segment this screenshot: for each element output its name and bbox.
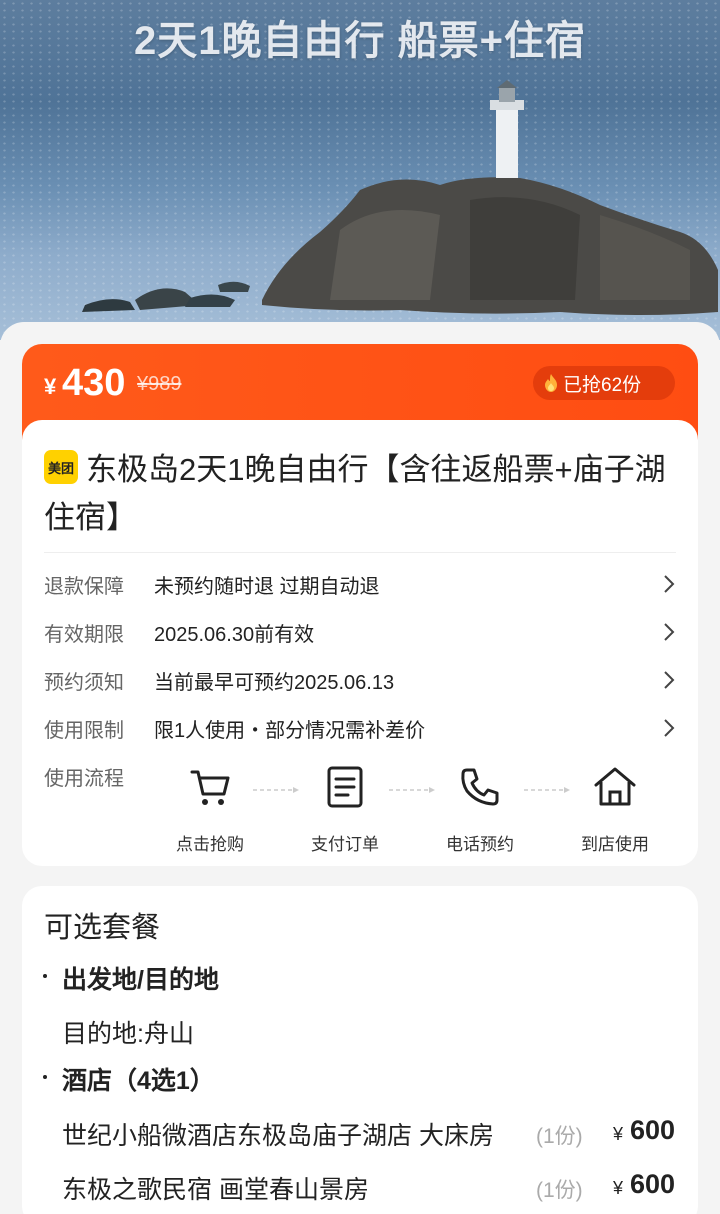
chevron-right-icon — [664, 575, 675, 593]
info-label: 预约须知 — [44, 671, 124, 694]
package-heading: 可选套餐 — [44, 912, 161, 944]
info-value: 2025.06.30前有效 — [154, 623, 315, 646]
sold-count-text: 已抢62份 — [563, 374, 642, 396]
deal-title: 东极岛2天1晚自由行【含往返船票+庙子湖住宿】 — [44, 452, 666, 535]
flow-step-call: 电话预约 — [420, 764, 540, 855]
option-name: 东极之歌民宿 画堂春山景房 — [62, 1176, 369, 1204]
info-row-refund[interactable]: 退款保障 未预约随时退 过期自动退 — [44, 566, 676, 602]
flow-step-visit: 到店使用 — [555, 764, 675, 855]
info-value: 未预约随时退 过期自动退 — [154, 575, 380, 598]
destination-text: 目的地:舟山 — [62, 1020, 194, 1048]
info-value: 当前最早可预约2025.06.13 — [154, 671, 395, 694]
info-row-booking[interactable]: 预约须知 当前最早可预约2025.06.13 — [44, 662, 676, 698]
option-currency: ¥ — [613, 1124, 624, 1144]
flow-step-label: 支付订单 — [311, 835, 379, 854]
option-currency: ¥ — [613, 1178, 624, 1198]
option-price: 600 — [630, 1115, 676, 1145]
cart-icon — [190, 770, 230, 805]
origin-destination-title: 出发地/目的地 — [62, 966, 219, 994]
divider — [44, 552, 676, 553]
sold-count-badge: 已抢62份 — [533, 366, 675, 400]
info-label: 退款保障 — [44, 575, 124, 598]
option-name: 世纪小船微酒店东极岛庙子湖店 大床房 — [62, 1122, 494, 1150]
price-value: 430 — [62, 362, 126, 404]
flow-step-label: 点击抢购 — [176, 835, 244, 854]
flame-icon — [545, 374, 557, 392]
document-icon — [327, 766, 363, 808]
info-row-restriction[interactable]: 使用限制 限1人使用・部分情况需补差价 — [44, 710, 676, 746]
meituan-logo: 美团 — [44, 450, 78, 484]
hotel-title: 酒店（4选1） — [62, 1067, 215, 1095]
info-value: 限1人使用・部分情况需补差价 — [154, 719, 426, 742]
chevron-right-icon — [664, 623, 675, 641]
option-price: 600 — [630, 1169, 676, 1199]
chevron-right-icon — [664, 671, 675, 689]
hero-image: 2天1晚自由行 船票+住宿 — [0, 0, 720, 340]
flow-step-purchase: 点击抢购 — [150, 764, 270, 855]
info-label: 使用限制 — [44, 719, 124, 742]
info-label: 有效期限 — [44, 623, 124, 646]
chevron-right-icon — [664, 719, 675, 737]
phone-icon — [461, 768, 499, 806]
flow-step-label: 电话预约 — [446, 835, 514, 854]
price-currency: ¥ — [44, 374, 57, 399]
info-row-validity[interactable]: 有效期限 2025.06.30前有效 — [44, 614, 676, 650]
option-qty: (1份) — [536, 1125, 583, 1148]
bullet-dot — [43, 1075, 47, 1079]
option-qty: (1份) — [536, 1179, 583, 1202]
flow-step-label: 到店使用 — [581, 835, 649, 854]
original-price: ¥989 — [137, 373, 182, 395]
flow-step-pay: 支付订单 — [285, 764, 405, 855]
home-icon — [594, 767, 636, 806]
flow-label: 使用流程 — [44, 768, 124, 790]
bullet-dot — [43, 974, 47, 978]
hero-title: 2天1晚自由行 船票+住宿 — [134, 19, 586, 63]
